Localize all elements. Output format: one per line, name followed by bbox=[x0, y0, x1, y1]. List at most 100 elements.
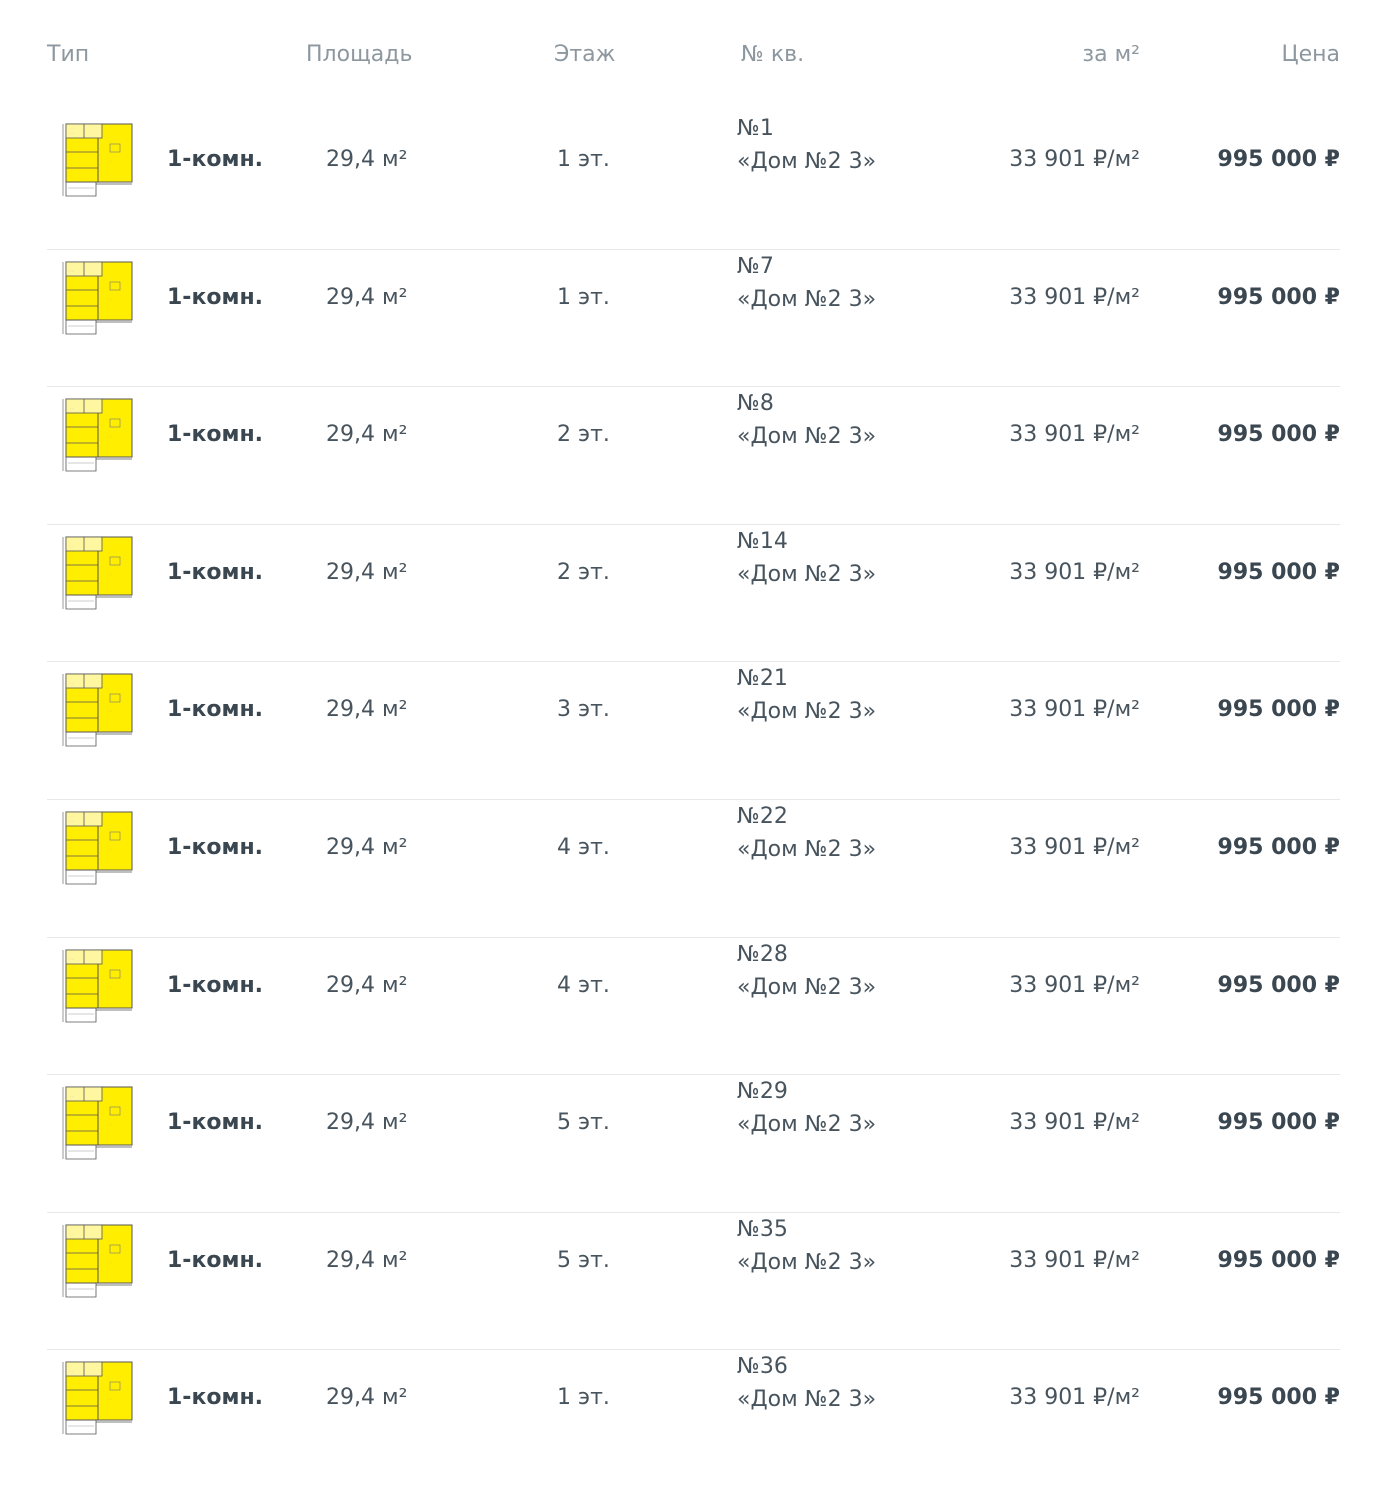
area: 29,4 м² bbox=[326, 1247, 408, 1273]
svg-text:· ·: · · bbox=[108, 1122, 111, 1126]
room-type: 1-комн. bbox=[167, 697, 264, 723]
header-floor[interactable]: Этаж bbox=[554, 40, 615, 70]
price-per-m2: 33 901 ₽/м² bbox=[1009, 834, 1140, 860]
header-price-per-m2[interactable]: за м² bbox=[1082, 40, 1140, 70]
svg-text:· ·: · · bbox=[70, 1094, 73, 1098]
area: 29,4 м² bbox=[326, 422, 408, 448]
apartment-number-label: №1 bbox=[737, 116, 774, 141]
house-name: «Дом №2 3» bbox=[737, 286, 877, 312]
apartment-number-label: №7 bbox=[737, 253, 774, 279]
house-name: «Дом №2 3» bbox=[737, 1112, 877, 1138]
area: 29,4 м² bbox=[326, 697, 408, 723]
svg-text:· ·: · · bbox=[70, 131, 73, 135]
floor-plan-icon[interactable]: · · · · bbox=[62, 535, 134, 617]
floor: 2 эт. bbox=[557, 422, 610, 448]
price-per-m2: 33 901 ₽/м² bbox=[1009, 1385, 1140, 1411]
price: 995 000 ₽ bbox=[1217, 972, 1340, 998]
table-row[interactable]: · · · · 1-комн. 29,4 м² 2 эт. №8 «Дом №2… bbox=[47, 387, 1340, 525]
table-row[interactable]: · · · · 1-комн. 29,4 м² 5 эт. №35 «Дом №… bbox=[47, 1213, 1340, 1351]
house-name: «Дом №2 3» bbox=[737, 836, 877, 862]
room-type: 1-комн. bbox=[167, 1247, 264, 1273]
table-header: Тип Площадь Этаж № кв. за м² Цена bbox=[0, 0, 1400, 112]
svg-text:· ·: · · bbox=[70, 544, 73, 548]
svg-text:· ·: · · bbox=[70, 406, 73, 410]
table-row[interactable]: · · · · 1-комн. 29,4 м² 5 эт. №29 «Дом №… bbox=[47, 1075, 1340, 1213]
apartment-number[interactable]: №8 «Дом №2 3» bbox=[737, 387, 876, 453]
floor: 4 эт. bbox=[557, 834, 610, 860]
floor-plan-icon[interactable]: · · · · bbox=[62, 1085, 134, 1167]
apartment-number[interactable]: №21 «Дом №2 3» bbox=[737, 662, 876, 728]
price-per-m2: 33 901 ₽/м² bbox=[1009, 697, 1140, 723]
floor-plan-icon[interactable]: · · · · bbox=[62, 948, 134, 1030]
table-row[interactable]: · · · · 1-комн. 29,4 м² 1 эт. №36 «Дом №… bbox=[47, 1350, 1340, 1488]
apartment-number[interactable]: №22 «Дом №2 3» bbox=[737, 800, 876, 866]
apartment-number[interactable]: №1 «Дом №2 3» bbox=[737, 112, 876, 178]
price-per-m2: 33 901 ₽/м² bbox=[1009, 147, 1140, 172]
price-per-m2: 33 901 ₽/м² bbox=[1009, 972, 1140, 998]
area: 29,4 м² bbox=[326, 1110, 408, 1136]
area: 29,4 м² bbox=[326, 147, 408, 172]
house-name: «Дом №2 3» bbox=[737, 149, 877, 174]
table-row[interactable]: · · · · 1-комн. 29,4 м² 4 эт. №22 «Дом №… bbox=[47, 800, 1340, 938]
floor: 5 эт. bbox=[557, 1247, 610, 1273]
price-per-m2: 33 901 ₽/м² bbox=[1009, 559, 1140, 585]
price: 995 000 ₽ bbox=[1217, 834, 1340, 860]
apartment-number[interactable]: №29 «Дом №2 3» bbox=[737, 1075, 876, 1141]
table-body: · · · · 1-комн. 29,4 м² 1 эт. №1 «Дом №2… bbox=[0, 112, 1400, 1488]
svg-text:· ·: · · bbox=[70, 1232, 73, 1236]
floor-plan-icon[interactable]: · · · · bbox=[62, 1360, 134, 1442]
price: 995 000 ₽ bbox=[1217, 1110, 1340, 1136]
price-per-m2: 33 901 ₽/м² bbox=[1009, 422, 1140, 448]
price: 995 000 ₽ bbox=[1217, 284, 1340, 310]
table-row[interactable]: · · · · 1-комн. 29,4 м² 4 эт. №28 «Дом №… bbox=[47, 938, 1340, 1076]
room-type: 1-комн. bbox=[167, 972, 264, 998]
svg-text:· ·: · · bbox=[108, 434, 111, 438]
price: 995 000 ₽ bbox=[1217, 697, 1340, 723]
header-type[interactable]: Тип bbox=[47, 40, 89, 70]
table-row[interactable]: · · · · 1-комн. 29,4 м² 3 эт. №21 «Дом №… bbox=[47, 662, 1340, 800]
svg-text:· ·: · · bbox=[108, 297, 111, 301]
apartment-number[interactable]: №14 «Дом №2 3» bbox=[737, 525, 876, 591]
area: 29,4 м² bbox=[326, 559, 408, 585]
apartment-number[interactable]: №35 «Дом №2 3» bbox=[737, 1213, 876, 1279]
house-name: «Дом №2 3» bbox=[737, 561, 877, 587]
floor-plan-icon[interactable]: · · · · bbox=[62, 672, 134, 754]
price-per-m2: 33 901 ₽/м² bbox=[1009, 284, 1140, 310]
apartment-number-label: №35 bbox=[737, 1216, 788, 1242]
room-type: 1-комн. bbox=[167, 559, 264, 585]
floor-plan-icon[interactable]: · · · · bbox=[62, 122, 134, 204]
svg-text:· ·: · · bbox=[108, 847, 111, 851]
floor: 1 эт. bbox=[557, 147, 610, 172]
floor: 3 эт. bbox=[557, 697, 610, 723]
house-name: «Дом №2 3» bbox=[737, 699, 877, 725]
room-type: 1-комн. bbox=[167, 1110, 264, 1136]
table-row[interactable]: · · · · 1-комн. 29,4 м² 2 эт. №14 «Дом №… bbox=[47, 525, 1340, 663]
apartment-number[interactable]: №36 «Дом №2 3» bbox=[737, 1350, 876, 1416]
header-apartment-number[interactable]: № кв. bbox=[741, 40, 804, 70]
svg-text:· ·: · · bbox=[70, 269, 73, 273]
table-row[interactable]: · · · · 1-комн. 29,4 м² 1 эт. №7 «Дом №2… bbox=[47, 250, 1340, 388]
apartments-table: Тип Площадь Этаж № кв. за м² Цена · · · … bbox=[0, 0, 1400, 1488]
svg-text:· ·: · · bbox=[108, 572, 111, 576]
price: 995 000 ₽ bbox=[1217, 1247, 1340, 1273]
floor-plan-icon[interactable]: · · · · bbox=[62, 397, 134, 479]
floor-plan-icon[interactable]: · · · · bbox=[62, 810, 134, 892]
svg-text:· ·: · · bbox=[108, 1260, 111, 1264]
apartment-number[interactable]: №28 «Дом №2 3» bbox=[737, 938, 876, 1004]
price: 995 000 ₽ bbox=[1217, 147, 1340, 172]
svg-text:· ·: · · bbox=[108, 1397, 111, 1401]
header-area[interactable]: Площадь bbox=[306, 40, 412, 70]
area: 29,4 м² bbox=[326, 284, 408, 310]
header-price[interactable]: Цена bbox=[1282, 40, 1340, 70]
svg-text:· ·: · · bbox=[108, 985, 111, 989]
apartment-number-label: №29 bbox=[737, 1079, 788, 1105]
floor-plan-icon[interactable]: · · · · bbox=[62, 1223, 134, 1305]
table-row[interactable]: · · · · 1-комн. 29,4 м² 1 эт. №1 «Дом №2… bbox=[47, 112, 1340, 250]
floor-plan-icon[interactable]: · · · · bbox=[62, 260, 134, 342]
svg-text:· ·: · · bbox=[108, 159, 111, 163]
room-type: 1-комн. bbox=[167, 422, 264, 448]
floor: 2 эт. bbox=[557, 559, 610, 585]
apartment-number-label: №8 bbox=[737, 391, 774, 417]
room-type: 1-комн. bbox=[167, 147, 264, 172]
apartment-number[interactable]: №7 «Дом №2 3» bbox=[737, 250, 876, 316]
